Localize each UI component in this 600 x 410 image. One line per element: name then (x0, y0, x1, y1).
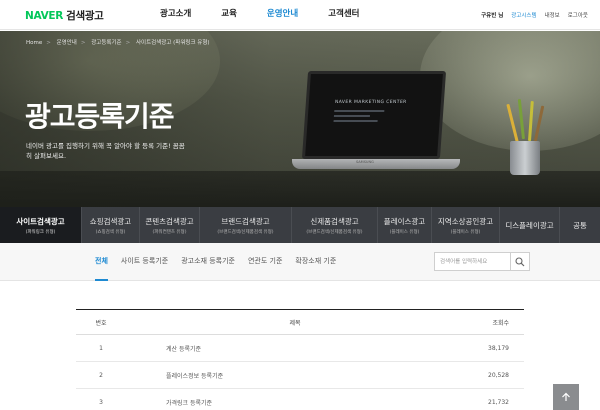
tab-sub-label: (쇼핑검색 유형) (95, 229, 126, 235)
row-title-link[interactable]: 가격링크 등록기준 (126, 398, 464, 407)
tab-content-search-ad[interactable]: 콘텐츠검색광고 (파워컨텐츠 유형) (140, 207, 200, 243)
tab-site-search-ad[interactable]: 사이트검색광고 (파워링크 유형) (0, 207, 82, 243)
breadcrumb-item[interactable]: 광고등록기준 (91, 40, 121, 46)
row-no: 1 (99, 344, 103, 352)
subtab-relevance-criteria[interactable]: 연관도 기준 (248, 243, 282, 281)
tab-label: 브랜드검색광고 (221, 216, 270, 226)
tab-shopping-search-ad[interactable]: 쇼핑검색광고 (쇼핑검색 유형) (82, 207, 140, 243)
site-header: NAVER 검색광고 광고소개 교육 운영안내 고객센터 구유빈 님 광고시스템 … (0, 0, 600, 30)
sub-tabs: 전체 사이트 등록기준 광고소재 등록기준 연관도 기준 확장소재 기준 (95, 243, 349, 281)
nav-item-ad-intro[interactable]: 광고소개 (160, 0, 191, 30)
tab-brand-search-ad[interactable]: 브랜드검색광고 (브랜드검색/신제품검색 유형) (200, 207, 292, 243)
tab-sub-label: (브랜드검색/신제품검색 유형) (217, 229, 274, 235)
page-description: 네이버 광고를 집행하기 위해 꼭 알아야 할 등록 기준! 꼼꼼히 살펴보세요… (26, 142, 185, 160)
tab-label: 플레이스광고 (383, 216, 426, 226)
tab-label: 사이트검색광고 (16, 216, 65, 226)
row-views: 38,179 (488, 344, 509, 352)
nav-item-customer-center[interactable]: 고객센터 (328, 0, 359, 30)
subtab-ad-material-criteria[interactable]: 광고소재 등록기준 (181, 243, 235, 281)
tab-place-ad[interactable]: 플레이스광고 (플레이스 유형) (378, 207, 432, 243)
breadcrumb: Home > 운영안내 > 광고등록기준 > 사이트검색광고 (파워링크 유형) (26, 40, 210, 46)
row-no: 3 (99, 398, 103, 406)
row-views: 20,528 (488, 371, 509, 379)
tab-sub-label: (브랜드검색/신제품검색 유형) (306, 229, 363, 235)
scroll-top-button[interactable] (553, 384, 579, 410)
page-title: 광고등록기준 (25, 100, 175, 133)
search-button[interactable] (510, 253, 529, 270)
subtab-site-criteria[interactable]: 사이트 등록기준 (121, 243, 168, 281)
col-no-header: 번호 (95, 319, 107, 327)
subtab-all[interactable]: 전체 (95, 243, 108, 281)
col-title-header: 제목 (289, 319, 301, 327)
tab-label: 공통 (573, 220, 587, 230)
table-row: 1 계산 등록기준 38,179 (76, 335, 524, 362)
table-row: 3 가격링크 등록기준 21,732 (76, 389, 524, 410)
tab-local-business-ad[interactable]: 지역소상공인광고 (플레이스 유형) (432, 207, 500, 243)
tab-new-product-search-ad[interactable]: 신제품검색광고 (브랜드검색/신제품검색 유형) (292, 207, 378, 243)
user-name: 구유빈 님 (481, 13, 504, 19)
subtab-extension-criteria[interactable]: 확장소재 기준 (295, 243, 336, 281)
row-title-link[interactable]: 플레이스정보 등록기준 (126, 371, 464, 380)
tab-common[interactable]: 공통 (560, 207, 600, 243)
tab-label: 신제품검색광고 (310, 216, 359, 226)
tab-label: 디스플레이광고 (505, 220, 554, 230)
util-menu: 구유빈 님 광고시스템 내정보 로그아웃 (473, 0, 588, 30)
table-row: 2 플레이스정보 등록기준 20,528 (76, 362, 524, 389)
tab-label: 콘텐츠검색광고 (145, 216, 194, 226)
logo[interactable]: NAVER 검색광고 (25, 8, 104, 23)
tab-sub-label: (파워링크 유형) (25, 229, 56, 235)
row-views: 21,732 (488, 398, 509, 406)
main-nav: 광고소개 교육 운영안내 고객센터 (160, 0, 389, 30)
col-views-header: 조회수 (492, 319, 509, 327)
logout-link[interactable]: 로그아웃 (568, 11, 588, 19)
logo-sub: 검색광고 (66, 10, 104, 22)
search-input[interactable] (435, 253, 511, 270)
tab-label: 지역소상공인광고 (437, 216, 494, 226)
breadcrumb-current: 사이트검색광고 (파워링크 유형) (135, 40, 210, 46)
breadcrumb-item[interactable]: 운영안내 (57, 40, 77, 46)
hero-banner: NAVER MARKETING CENTER SAMSUNG Home> 운영안… (0, 31, 600, 207)
logo-brand: NAVER (25, 10, 64, 22)
tab-sub-label: (파워컨텐츠 유형) (152, 229, 187, 235)
my-info-link[interactable]: 내정보 (545, 11, 560, 19)
table-header: 번호 제목 조회수 (76, 310, 524, 335)
ad-system-link[interactable]: 광고시스템 (511, 11, 536, 19)
breadcrumb-home[interactable]: Home (26, 40, 42, 46)
arrow-up-icon (562, 392, 570, 401)
search-box (434, 252, 530, 271)
category-tabs: 사이트검색광고 (파워링크 유형) 쇼핑검색광고 (쇼핑검색 유형) 콘텐츠검색… (0, 207, 600, 243)
tab-sub-label: (플레이스 유형) (389, 229, 420, 235)
tab-sub-label: (플레이스 유형) (450, 229, 481, 235)
nav-item-operation-guide[interactable]: 운영안내 (267, 0, 298, 30)
tab-display-ad[interactable]: 디스플레이광고 (500, 207, 560, 243)
nav-item-education[interactable]: 교육 (221, 0, 237, 30)
tab-label: 쇼핑검색광고 (89, 216, 132, 226)
row-no: 2 (99, 371, 103, 379)
row-title-link[interactable]: 계산 등록기준 (126, 344, 464, 353)
criteria-table: 번호 제목 조회수 1 계산 등록기준 38,179 2 플레이스정보 등록기준… (76, 309, 524, 410)
magnifier-icon (515, 256, 525, 266)
